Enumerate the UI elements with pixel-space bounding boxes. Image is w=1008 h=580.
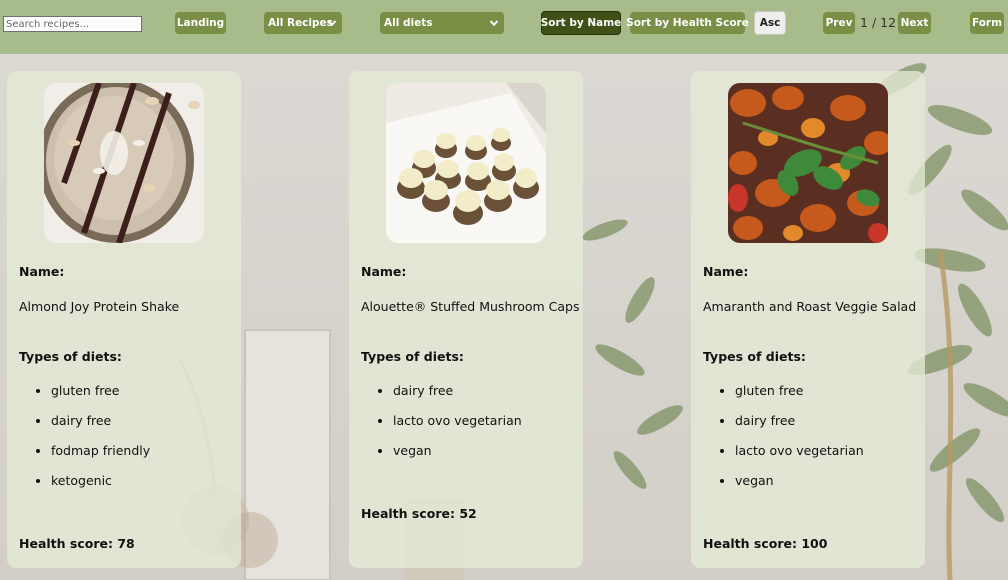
- prev-page-button[interactable]: Prev: [823, 12, 855, 34]
- recipe-card[interactable]: Name: Almond Joy Protein Shake Types of …: [7, 71, 241, 568]
- total-pages: 12: [880, 15, 897, 30]
- diet-filter-value: All diets: [384, 17, 433, 29]
- top-toolbar: Landing All Recipes All diets Sort by Na…: [0, 0, 1008, 54]
- veggie-salad-photo: [728, 83, 888, 243]
- sort-order-toggle[interactable]: Asc: [754, 11, 786, 35]
- diet-item: lacto ovo vegetarian: [735, 442, 864, 472]
- health-score-value: 52: [459, 506, 477, 521]
- diets-label: Types of diets:: [19, 349, 122, 364]
- diet-list: gluten free dairy free lacto ovo vegetar…: [703, 382, 864, 502]
- chevron-down-icon: [489, 20, 499, 27]
- health-score-value: 100: [801, 536, 828, 551]
- diet-item: dairy free: [51, 412, 150, 442]
- current-page: 1: [860, 15, 868, 30]
- diet-item: dairy free: [735, 412, 864, 442]
- recipe-filter-select[interactable]: All Recipes: [264, 12, 342, 34]
- diet-item: ketogenic: [51, 472, 150, 502]
- diet-item: vegan: [735, 472, 864, 502]
- name-label: Name:: [703, 264, 749, 279]
- recipe-filter-value: All Recipes: [268, 17, 333, 29]
- diet-item: gluten free: [735, 382, 864, 412]
- diet-item: gluten free: [51, 382, 150, 412]
- stuffed-mushrooms-photo: [386, 83, 546, 243]
- chevron-down-icon: [327, 20, 337, 27]
- diet-item: fodmap friendly: [51, 442, 150, 472]
- diet-item: dairy free: [393, 382, 522, 412]
- search-input[interactable]: [3, 16, 142, 32]
- health-score: Health score: 52: [361, 506, 477, 521]
- recipe-name: Alouette® Stuffed Mushroom Caps: [361, 299, 580, 314]
- page-separator: /: [871, 15, 877, 30]
- health-score: Health score: 78: [19, 536, 135, 551]
- landing-button[interactable]: Landing: [175, 12, 226, 34]
- form-button[interactable]: Form: [970, 12, 1004, 34]
- pagination-indicator: 1 / 12: [860, 15, 896, 30]
- recipe-card[interactable]: Name: Amaranth and Roast Veggie Salad Ty…: [691, 71, 925, 568]
- recipe-name: Almond Joy Protein Shake: [19, 299, 180, 314]
- diet-item: lacto ovo vegetarian: [393, 412, 522, 442]
- health-score-label: Health score:: [703, 536, 797, 551]
- sort-by-name-button[interactable]: Sort by Name: [541, 11, 621, 35]
- diet-list: gluten free dairy free fodmap friendly k…: [19, 382, 150, 502]
- health-score-label: Health score:: [361, 506, 455, 521]
- name-label: Name:: [361, 264, 407, 279]
- diets-label: Types of diets:: [361, 349, 464, 364]
- sort-by-health-score-button[interactable]: Sort by Health Score: [626, 12, 749, 34]
- recipe-name: Amaranth and Roast Veggie Salad: [703, 299, 917, 314]
- health-score-label: Health score:: [19, 536, 113, 551]
- diet-filter-select[interactable]: All diets: [380, 12, 504, 34]
- recipe-card[interactable]: Name: Alouette® Stuffed Mushroom Caps Ty…: [349, 71, 583, 568]
- name-label: Name:: [19, 264, 65, 279]
- diets-label: Types of diets:: [703, 349, 806, 364]
- health-score: Health score: 100: [703, 536, 827, 551]
- next-page-button[interactable]: Next: [898, 12, 931, 34]
- health-score-value: 78: [117, 536, 135, 551]
- diet-item: vegan: [393, 442, 522, 472]
- diet-list: dairy free lacto ovo vegetarian vegan: [361, 382, 522, 472]
- protein-shake-photo: [44, 83, 204, 243]
